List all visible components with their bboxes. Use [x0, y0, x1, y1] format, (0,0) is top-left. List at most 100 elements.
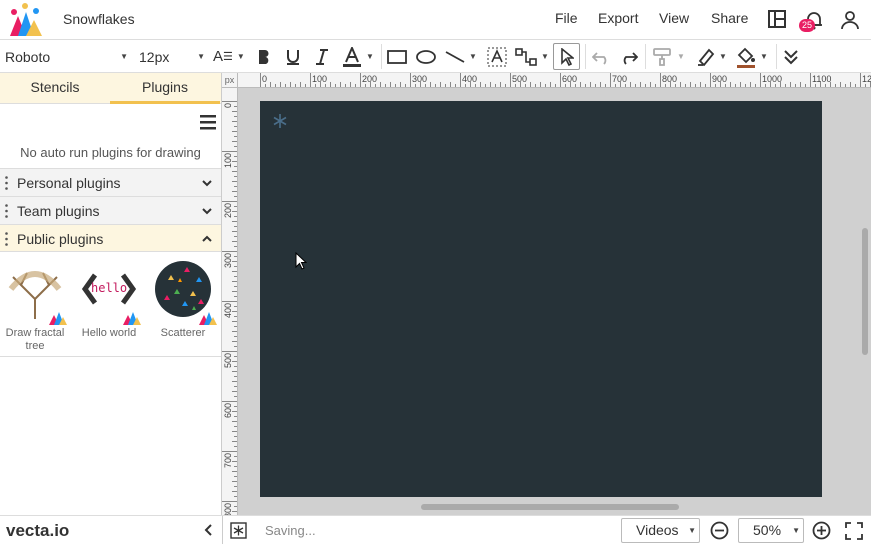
line-tool-icon[interactable]: ▼ — [445, 40, 477, 73]
vecta-badge-icon — [199, 312, 217, 325]
undo-icon[interactable] — [592, 40, 610, 73]
text-size-icon[interactable]: A ☰ ▼ — [213, 40, 245, 73]
ellipse-tool-icon[interactable] — [416, 40, 436, 73]
vecta-logo-icon[interactable] — [8, 2, 44, 38]
connector-tool-icon[interactable]: ▼ — [515, 40, 549, 73]
zoom-in-icon[interactable] — [812, 521, 831, 540]
horizontal-scrollbar[interactable] — [421, 504, 679, 510]
divider — [222, 516, 223, 544]
canvas-area[interactable]: px 0 100 200 300 400 500 600 700 800 900 1000 1100 1… — [222, 73, 871, 515]
format-painter-icon[interactable]: ▼ — [653, 40, 685, 73]
bold-icon[interactable] — [257, 40, 271, 73]
snowflake-icon[interactable] — [272, 113, 288, 129]
plugin-label: Hello world — [81, 327, 137, 339]
ruler-tick-label: 600 — [562, 74, 578, 84]
toolbar-divider — [776, 44, 777, 69]
drawing-page[interactable] — [260, 101, 822, 497]
ruler-tick-label: 400 — [223, 303, 233, 319]
save-status: Saving... — [265, 523, 316, 538]
hello-thumb-text: hello — [91, 281, 128, 295]
zoom-out-icon[interactable] — [710, 521, 729, 540]
italic-icon[interactable] — [315, 40, 329, 73]
fill-color-icon[interactable]: ▼ — [736, 40, 768, 73]
ruler-tick-label: 1200 — [862, 74, 871, 84]
zoom-select[interactable]: 50% ▼ — [738, 518, 804, 543]
ruler-left[interactable]: 0 100 200 300 400 500 600 700 800 — [222, 88, 238, 515]
section-label: Team plugins — [17, 203, 100, 219]
chevron-down-icon[interactable] — [201, 205, 213, 217]
top-bar: Snowflakes File Export View Share 25 — [0, 0, 871, 40]
panel-tabs: Stencils Plugins — [0, 73, 221, 104]
more-tools-icon[interactable] — [783, 40, 799, 73]
ruler-tick-label: 1000 — [762, 74, 783, 84]
select-tool-icon[interactable] — [553, 43, 580, 70]
layout-icon[interactable] — [767, 9, 787, 29]
ruler-tick-label: 500 — [512, 74, 528, 84]
section-personal-plugins[interactable]: Personal plugins — [0, 168, 221, 196]
ruler-tick-label: 900 — [712, 74, 728, 84]
toolbar-divider — [645, 44, 646, 69]
chevron-down-icon: ▼ — [120, 52, 128, 61]
ruler-tick-label: 800 — [662, 74, 678, 84]
font-family-select[interactable]: Roboto ▼ — [5, 40, 130, 73]
underline-icon[interactable] — [286, 40, 300, 73]
page-settings-icon[interactable] — [230, 522, 247, 539]
chevron-up-icon[interactable] — [201, 233, 213, 245]
toolbar-divider — [585, 44, 586, 69]
font-family-value: Roboto — [5, 48, 51, 65]
ruler-top[interactable]: 0 100 200 300 400 500 600 700 800 900 1000 1100 1200 — [238, 73, 871, 88]
bell-icon[interactable]: 25 — [799, 8, 825, 32]
ruler-tick-label: 100 — [223, 153, 233, 169]
chevron-down-icon: ▼ — [541, 52, 549, 61]
menu-share[interactable]: Share — [711, 10, 748, 26]
fullscreen-icon[interactable] — [845, 522, 863, 540]
chevron-down-icon: ▼ — [760, 52, 768, 61]
drag-handle-icon[interactable] — [5, 204, 8, 218]
menu-file[interactable]: File — [555, 10, 578, 26]
tab-stencils[interactable]: Stencils — [0, 73, 110, 104]
ruler-tick-label: 700 — [223, 453, 233, 469]
plugin-label: Scatterer — [160, 327, 206, 339]
text-tool-icon[interactable] — [487, 40, 507, 73]
ruler-tick-label: 300 — [412, 74, 428, 84]
font-size-value: 12px — [139, 48, 170, 65]
chevron-down-icon: ▼ — [677, 52, 685, 61]
mouse-cursor-icon — [295, 252, 307, 270]
tab-plugins[interactable]: Plugins — [110, 73, 220, 104]
plugin-label: Draw fractal tree — [5, 327, 65, 352]
brand-label[interactable]: vecta.io — [6, 521, 69, 541]
section-team-plugins[interactable]: Team plugins — [0, 196, 221, 224]
ruler-tick-label: 0 — [262, 74, 268, 84]
vertical-scrollbar[interactable] — [862, 228, 868, 355]
chevron-down-icon[interactable] — [201, 177, 213, 189]
chevron-left-icon[interactable] — [203, 524, 215, 536]
drag-handle-icon[interactable] — [5, 176, 8, 190]
vecta-badge-icon — [123, 312, 141, 325]
rectangle-tool-icon[interactable] — [387, 40, 407, 73]
left-panel: Stencils Plugins No auto run plugins for… — [0, 73, 222, 515]
ruler-tick-label: 500 — [223, 353, 233, 369]
ruler-tick-label: 800 — [223, 503, 233, 515]
redo-icon[interactable] — [620, 40, 638, 73]
drag-handle-icon[interactable] — [5, 232, 8, 246]
ruler-tick-label: 700 — [612, 74, 628, 84]
hamburger-menu-icon[interactable] — [199, 113, 217, 131]
notification-badge: 25 — [799, 19, 816, 32]
menu-export[interactable]: Export — [598, 10, 638, 26]
chevron-down-icon: ▼ — [719, 52, 727, 61]
layer-value: Videos — [636, 522, 679, 538]
ruler-tick-label: 200 — [362, 74, 378, 84]
document-title[interactable]: Snowflakes — [63, 11, 135, 27]
font-size-select[interactable]: 12px ▼ — [139, 40, 205, 73]
ruler-tick-label: 400 — [462, 74, 478, 84]
section-public-plugins[interactable]: Public plugins — [0, 224, 221, 252]
ruler-unit: px — [222, 73, 238, 88]
menu-view[interactable]: View — [659, 10, 689, 26]
no-plugins-note: No auto run plugins for drawing — [20, 145, 201, 160]
text-color-icon[interactable]: ▼ — [342, 40, 374, 73]
chevron-down-icon: ▼ — [197, 52, 205, 61]
user-icon[interactable] — [839, 9, 861, 31]
layer-select[interactable]: Videos ▼ — [621, 518, 700, 543]
section-label: Public plugins — [17, 231, 104, 247]
stroke-icon[interactable]: ▼ — [697, 40, 727, 73]
